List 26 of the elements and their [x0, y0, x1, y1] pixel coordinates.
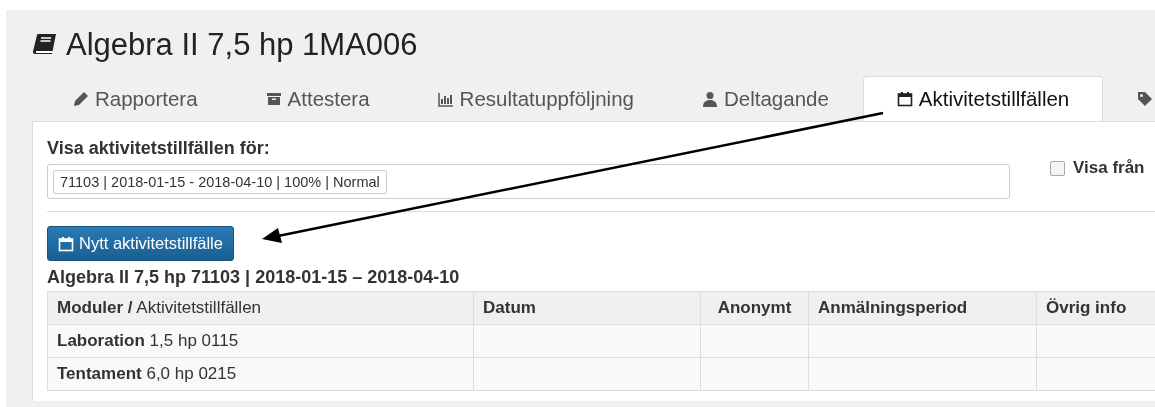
page-title: Algebra II 7,5 hp 1MA006	[66, 30, 418, 60]
tab[interactable]: Resultatuppföljning	[403, 76, 668, 121]
table-cell: Tentament 6,0 hp 0215	[47, 357, 474, 391]
archive-icon	[265, 91, 282, 107]
filter-label: Visa aktivitetstillfällen för:	[47, 138, 271, 160]
tab[interactable]: Rapportera	[39, 76, 232, 121]
column-header: Anmälningsperiod	[808, 291, 1037, 325]
calendar-icon	[58, 235, 74, 252]
new-activity-button[interactable]: Nytt aktivitetstillfälle	[47, 226, 234, 261]
bar-chart-icon	[437, 91, 454, 107]
tab[interactable]: Aktivitetstillfällen	[862, 76, 1104, 121]
calendar-icon	[896, 91, 913, 107]
column-header: Moduler / Aktivitetstillfällen	[47, 291, 474, 325]
column-header: Övrig info	[1036, 291, 1155, 325]
tab[interactable]: Attestera	[231, 76, 404, 121]
tab[interactable]: Deltagande	[668, 76, 863, 121]
pencil-icon	[73, 91, 89, 107]
column-header: Datum	[473, 291, 701, 325]
column-header: Anonymt	[700, 291, 809, 325]
section-heading: Algebra II 7,5 hp 71103 | 2018-01-15 – 2018-04-10	[47, 267, 461, 288]
user-icon	[702, 91, 718, 107]
selected-option[interactable]: 71103 | 2018-01-15 - 2018-04-10 | 100% | Normal	[53, 169, 387, 194]
select-field[interactable]: 71103 | 2018-01-15 - 2018-04-10 | 100% | Normal	[47, 164, 1010, 199]
table-cell: Laboration 1,5 hp 0115	[47, 324, 474, 358]
checkbox-label: Visa från	[1073, 158, 1145, 178]
checkbox[interactable]	[1050, 160, 1065, 176]
